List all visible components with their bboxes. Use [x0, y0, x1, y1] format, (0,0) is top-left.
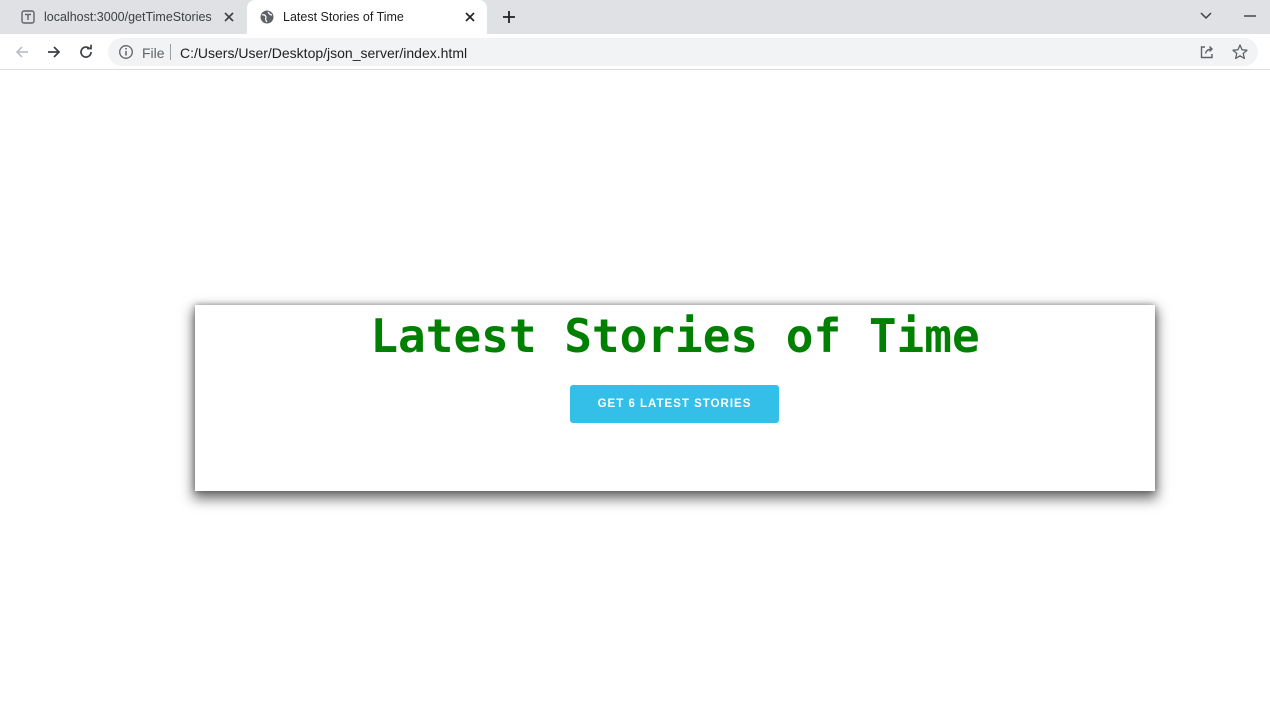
- url-text[interactable]: C:/Users/User/Desktop/json_server/index.…: [180, 45, 467, 61]
- forward-arrow-icon[interactable]: [43, 41, 65, 63]
- browser-toolbar: File C:/Users/User/Desktop/json_server/i…: [0, 34, 1270, 70]
- address-bar[interactable]: File C:/Users/User/Desktop/json_server/i…: [108, 38, 1258, 66]
- close-tab-icon[interactable]: [461, 8, 479, 26]
- globe-icon: [259, 9, 275, 25]
- back-arrow-icon[interactable]: [11, 41, 33, 63]
- tab-strip: localhost:3000/getTimeStories Latest Sto…: [0, 0, 1270, 34]
- tab-get-time-stories[interactable]: localhost:3000/getTimeStories: [8, 0, 246, 34]
- scheme-label: File: [142, 45, 165, 61]
- site-info-icon[interactable]: [118, 44, 134, 60]
- bookmark-star-icon[interactable]: [1231, 43, 1249, 61]
- get-latest-stories-button[interactable]: GET 6 LATEST STORIES: [570, 385, 779, 423]
- page-title: Latest Stories of Time: [370, 309, 980, 363]
- address-separator: [170, 44, 171, 60]
- new-tab-plus-icon[interactable]: [498, 6, 520, 28]
- close-tab-icon[interactable]: [220, 8, 238, 26]
- tab-search-chevron-down-icon[interactable]: [1196, 6, 1216, 26]
- tab-title: Latest Stories of Time: [283, 10, 404, 24]
- share-icon[interactable]: [1198, 43, 1216, 61]
- tab-title: localhost:3000/getTimeStories: [44, 10, 212, 24]
- minimize-icon[interactable]: [1240, 6, 1260, 26]
- stories-card: Latest Stories of Time GET 6 LATEST STOR…: [195, 305, 1155, 491]
- tab-latest-stories[interactable]: Latest Stories of Time: [247, 0, 487, 34]
- page-favicon-icon: [20, 9, 36, 25]
- reload-icon[interactable]: [75, 41, 97, 63]
